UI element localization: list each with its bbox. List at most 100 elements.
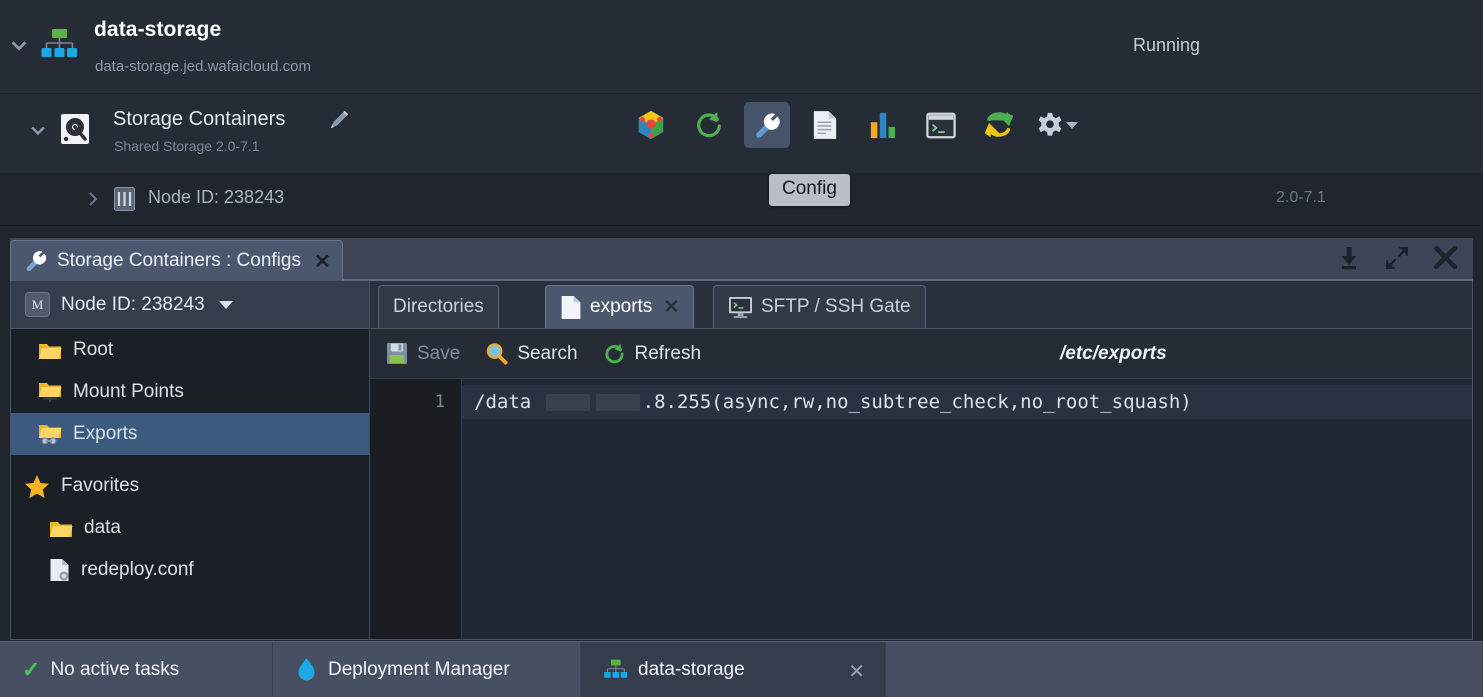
close-icon[interactable]: ✕ <box>848 659 865 684</box>
code-line-1[interactable]: /data .8.255(async,rw,no_subtree_check,n… <box>462 385 1472 419</box>
node-toolbar <box>628 102 1080 148</box>
chevron-down-icon[interactable] <box>218 300 233 309</box>
chevron-down-icon[interactable] <box>8 34 30 56</box>
folder-icon <box>39 343 62 359</box>
search-label: Search <box>517 342 578 364</box>
sidebar-favorite-redeploy-conf[interactable]: redeploy.conf <box>11 549 369 591</box>
taskbar-empty-area <box>886 642 1483 697</box>
config-wrench-icon[interactable] <box>744 102 790 148</box>
restart-icon[interactable] <box>686 102 732 148</box>
sidebar-item-exports[interactable]: Exports <box>11 413 369 455</box>
check-icon: ✓ <box>22 656 41 682</box>
container-icon <box>114 187 135 211</box>
config-panel: Storage Containers : Configs ✕ M Node ID… <box>10 238 1473 640</box>
file-tab-bar: Directories exports ✕ SFTP / SSH Gate <box>370 281 1472 329</box>
wrench-icon <box>26 251 47 271</box>
search-button[interactable]: Search <box>485 342 578 365</box>
sidebar-favorite-data[interactable]: data <box>11 507 369 549</box>
editor-toolbar: Save Search Refresh /etc/exports <box>370 329 1472 379</box>
refresh-icon <box>604 343 624 364</box>
chevron-right-icon[interactable] <box>84 189 102 209</box>
deployment-manager-label: Deployment Manager <box>328 658 510 680</box>
star-icon <box>25 474 49 498</box>
refresh-button[interactable]: Refresh <box>603 342 702 365</box>
node-id-label: Node ID: 238243 <box>148 187 285 207</box>
code-text-suffix: .8.255(async,rw,no_subtree_check,no_root… <box>642 391 1192 413</box>
environment-taskbar-tab[interactable]: data-storage ✕ <box>581 642 886 697</box>
sidebar-item-label: Mount Points <box>73 381 184 402</box>
line-number-gutter: 1 <box>370 379 462 639</box>
code-text-prefix: /data <box>474 391 543 413</box>
active-tasks-label: No active tasks <box>50 658 180 680</box>
node-group-subtitle: Shared Storage 2.0-7.1 <box>114 138 260 154</box>
deployment-manager-icon <box>298 658 315 681</box>
log-file-icon[interactable] <box>802 102 848 148</box>
folder-exports-icon <box>39 425 62 445</box>
sidebar-item-label: Exports <box>73 423 138 444</box>
terminal-icon <box>729 296 752 318</box>
master-badge: M <box>25 292 50 317</box>
node-version-label: 2.0-7.1 <box>1276 189 1326 206</box>
panel-actions <box>1336 244 1459 271</box>
environment-domain: data-storage.jed.wafaicloud.com <box>95 58 311 75</box>
settings-cluster-icon[interactable] <box>628 102 674 148</box>
panel-tab-bar: Storage Containers : Configs ✕ <box>10 238 1473 281</box>
environment-status: Running <box>1133 35 1201 55</box>
editor-pane: Directories exports ✕ SFTP / SSH Gate Sa… <box>370 281 1472 639</box>
redacted-block <box>595 394 640 411</box>
close-icon[interactable]: ✕ <box>314 249 331 274</box>
expand-fullscreen-icon[interactable] <box>1384 245 1410 271</box>
tab-label: exports <box>590 296 653 317</box>
sidebar-item-label: data <box>84 517 121 538</box>
environment-topology-icon <box>604 659 628 678</box>
environment-title: data-storage <box>94 18 222 41</box>
sidebar-item-root[interactable]: Root <box>11 329 369 371</box>
active-tasks-indicator[interactable]: ✓ No active tasks <box>0 642 273 697</box>
environment-tab-label: data-storage <box>638 658 745 680</box>
refresh-label: Refresh <box>634 342 702 364</box>
folder-mount-icon <box>39 383 62 402</box>
statistics-chart-icon[interactable] <box>860 102 906 148</box>
panel-tab-title: Storage Containers : Configs <box>57 250 301 271</box>
pencil-icon[interactable] <box>328 109 350 131</box>
save-icon <box>387 343 407 364</box>
file-icon <box>561 295 581 319</box>
close-panel-icon[interactable] <box>1432 244 1459 271</box>
additional-gear-icon[interactable] <box>1034 102 1080 148</box>
save-label: Save <box>417 342 461 364</box>
line-number: 1 <box>434 392 445 412</box>
code-content[interactable]: /data .8.255(async,rw,no_subtree_check,n… <box>462 379 1472 639</box>
tab-sftp-ssh-gate[interactable]: SFTP / SSH Gate <box>713 285 926 328</box>
config-tooltip: Config <box>769 174 850 206</box>
chevron-down-icon[interactable] <box>28 120 48 140</box>
node-id-row[interactable]: Node ID: 238243 2.0-7.1 <box>0 174 1483 226</box>
download-icon[interactable] <box>1336 245 1362 271</box>
config-file-icon <box>50 559 69 581</box>
sidebar-item-mount-points[interactable]: Mount Points <box>11 371 369 413</box>
tab-directories[interactable]: Directories <box>378 285 499 328</box>
bottom-status-bar: ✓ No active tasks Deployment Manager dat… <box>0 641 1483 697</box>
hard-disk-icon <box>61 114 89 144</box>
sidebar-node-selector[interactable]: M Node ID: 238243 <box>11 281 369 329</box>
chevron-down-icon[interactable] <box>1066 121 1078 129</box>
folder-icon <box>50 521 73 537</box>
close-icon[interactable]: ✕ <box>663 296 679 319</box>
save-button[interactable]: Save <box>386 342 460 365</box>
web-ssh-terminal-icon[interactable] <box>918 102 964 148</box>
tab-label: Directories <box>393 296 484 317</box>
favorites-label: Favorites <box>61 475 140 496</box>
panel-tab-configs[interactable]: Storage Containers : Configs ✕ <box>10 240 343 281</box>
editor-area: 1 /data .8.255(async,rw,no_subtree_check… <box>370 379 1472 639</box>
search-icon <box>487 343 508 365</box>
node-group-row: Storage Containers Shared Storage 2.0-7.… <box>0 94 1483 174</box>
deployment-manager-tab[interactable]: Deployment Manager <box>273 642 581 697</box>
redeploy-icon[interactable] <box>976 102 1022 148</box>
environment-header: data-storage data-storage.jed.wafaicloud… <box>0 0 1483 94</box>
node-group-title: Storage Containers <box>113 108 286 130</box>
tab-label: SFTP / SSH Gate <box>761 296 911 317</box>
redacted-block <box>545 394 590 411</box>
sidebar-item-label: redeploy.conf <box>81 559 194 580</box>
file-path-label: /etc/exports <box>1060 343 1167 364</box>
tab-exports[interactable]: exports ✕ <box>545 285 695 328</box>
sidebar-node-label: Node ID: 238243 <box>61 293 205 315</box>
